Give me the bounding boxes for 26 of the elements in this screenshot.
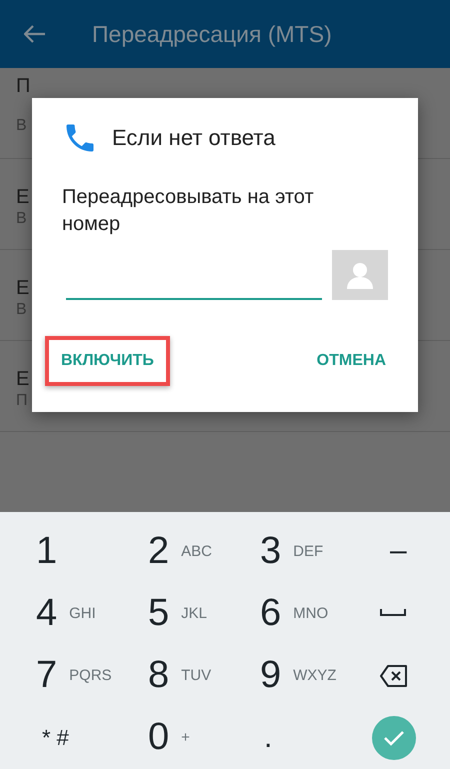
keypad-key[interactable]: – bbox=[346, 520, 450, 582]
backspace-icon bbox=[380, 664, 408, 687]
list-item-title: Е bbox=[16, 185, 30, 209]
list-item-title: П bbox=[16, 74, 30, 98]
keypad-key[interactable]: 4 GHI bbox=[0, 582, 112, 644]
keypad-key[interactable]: 7 PQRS bbox=[0, 644, 112, 707]
done-button[interactable] bbox=[372, 716, 416, 760]
keypad-key[interactable]: 2 ABC bbox=[112, 520, 224, 582]
keypad-key[interactable]: * # bbox=[0, 706, 112, 769]
keypad-key[interactable]: 6 MNO bbox=[224, 582, 346, 644]
check-icon bbox=[383, 730, 405, 746]
keypad-key[interactable]: 1 bbox=[0, 520, 112, 582]
keypad-key[interactable]: 9 WXYZ bbox=[224, 644, 346, 707]
keypad-key[interactable]: . bbox=[224, 706, 346, 769]
list-item-title: Е bbox=[16, 276, 30, 300]
person-icon bbox=[345, 260, 375, 290]
list-item-title: Е bbox=[16, 367, 30, 391]
keypad-key[interactable]: 3 DEF bbox=[224, 520, 346, 582]
field-label: Переадресовывать на этот номер bbox=[62, 185, 315, 237]
keypad-key[interactable]: 0 + bbox=[112, 706, 224, 769]
screen-title: Переадресация (MTS) bbox=[92, 20, 332, 48]
space-icon bbox=[380, 609, 406, 618]
back-arrow-icon[interactable] bbox=[24, 25, 46, 43]
keypad-key[interactable]: 5 JKL bbox=[112, 582, 224, 644]
dialog-title: Если нет ответа bbox=[112, 125, 276, 151]
keypad-key[interactable]: 8 TUV bbox=[112, 644, 224, 707]
